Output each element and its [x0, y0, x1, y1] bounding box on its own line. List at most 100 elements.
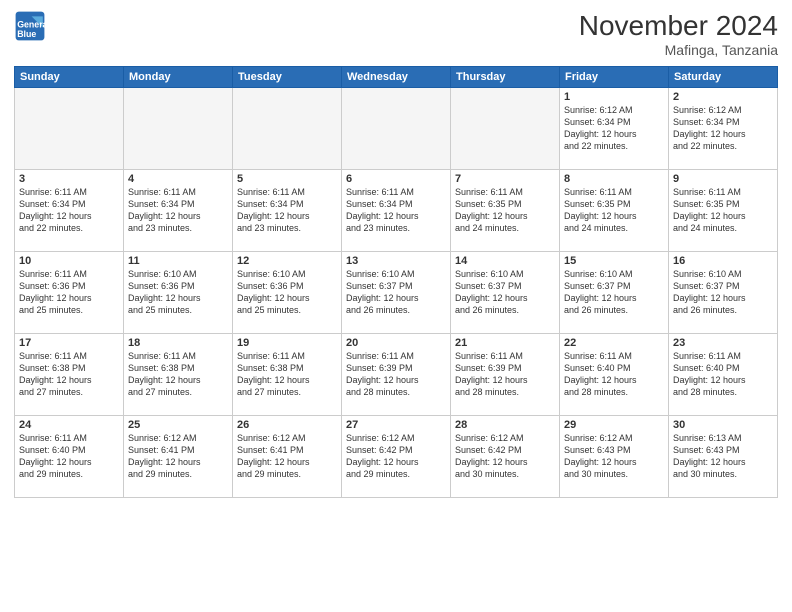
- calendar-cell: 8Sunrise: 6:11 AM Sunset: 6:35 PM Daylig…: [560, 170, 669, 252]
- day-number: 16: [673, 255, 773, 267]
- day-number: 18: [128, 337, 228, 349]
- calendar: SundayMondayTuesdayWednesdayThursdayFrid…: [14, 66, 778, 498]
- day-number: 4: [128, 173, 228, 185]
- day-info: Sunrise: 6:13 AM Sunset: 6:43 PM Dayligh…: [673, 432, 773, 481]
- day-number: 14: [455, 255, 555, 267]
- location: Mafinga, Tanzania: [579, 42, 778, 58]
- day-number: 28: [455, 419, 555, 431]
- calendar-cell: [342, 88, 451, 170]
- day-number: 19: [237, 337, 337, 349]
- calendar-cell: 29Sunrise: 6:12 AM Sunset: 6:43 PM Dayli…: [560, 416, 669, 498]
- calendar-cell: 27Sunrise: 6:12 AM Sunset: 6:42 PM Dayli…: [342, 416, 451, 498]
- calendar-cell: 3Sunrise: 6:11 AM Sunset: 6:34 PM Daylig…: [15, 170, 124, 252]
- week-row-4: 24Sunrise: 6:11 AM Sunset: 6:40 PM Dayli…: [15, 416, 778, 498]
- day-info: Sunrise: 6:10 AM Sunset: 6:37 PM Dayligh…: [346, 268, 446, 317]
- day-info: Sunrise: 6:11 AM Sunset: 6:35 PM Dayligh…: [673, 186, 773, 235]
- calendar-cell: 18Sunrise: 6:11 AM Sunset: 6:38 PM Dayli…: [124, 334, 233, 416]
- week-row-0: 1Sunrise: 6:12 AM Sunset: 6:34 PM Daylig…: [15, 88, 778, 170]
- weekday-header-friday: Friday: [560, 67, 669, 88]
- day-info: Sunrise: 6:11 AM Sunset: 6:38 PM Dayligh…: [128, 350, 228, 399]
- day-info: Sunrise: 6:12 AM Sunset: 6:43 PM Dayligh…: [564, 432, 664, 481]
- calendar-cell: 16Sunrise: 6:10 AM Sunset: 6:37 PM Dayli…: [669, 252, 778, 334]
- day-info: Sunrise: 6:10 AM Sunset: 6:37 PM Dayligh…: [455, 268, 555, 317]
- page: General Blue November 2024 Mafinga, Tanz…: [0, 0, 792, 612]
- calendar-cell: 4Sunrise: 6:11 AM Sunset: 6:34 PM Daylig…: [124, 170, 233, 252]
- day-number: 21: [455, 337, 555, 349]
- day-number: 1: [564, 91, 664, 103]
- day-info: Sunrise: 6:11 AM Sunset: 6:36 PM Dayligh…: [19, 268, 119, 317]
- logo-icon: General Blue: [14, 10, 46, 42]
- day-number: 2: [673, 91, 773, 103]
- day-info: Sunrise: 6:12 AM Sunset: 6:41 PM Dayligh…: [128, 432, 228, 481]
- calendar-cell: 24Sunrise: 6:11 AM Sunset: 6:40 PM Dayli…: [15, 416, 124, 498]
- calendar-cell: 28Sunrise: 6:12 AM Sunset: 6:42 PM Dayli…: [451, 416, 560, 498]
- week-row-3: 17Sunrise: 6:11 AM Sunset: 6:38 PM Dayli…: [15, 334, 778, 416]
- calendar-cell: 1Sunrise: 6:12 AM Sunset: 6:34 PM Daylig…: [560, 88, 669, 170]
- day-number: 6: [346, 173, 446, 185]
- day-number: 23: [673, 337, 773, 349]
- calendar-cell: [451, 88, 560, 170]
- calendar-cell: 21Sunrise: 6:11 AM Sunset: 6:39 PM Dayli…: [451, 334, 560, 416]
- day-number: 30: [673, 419, 773, 431]
- day-info: Sunrise: 6:10 AM Sunset: 6:36 PM Dayligh…: [237, 268, 337, 317]
- calendar-cell: 19Sunrise: 6:11 AM Sunset: 6:38 PM Dayli…: [233, 334, 342, 416]
- calendar-cell: [124, 88, 233, 170]
- day-info: Sunrise: 6:12 AM Sunset: 6:34 PM Dayligh…: [564, 104, 664, 153]
- day-info: Sunrise: 6:12 AM Sunset: 6:42 PM Dayligh…: [455, 432, 555, 481]
- day-number: 22: [564, 337, 664, 349]
- day-info: Sunrise: 6:11 AM Sunset: 6:35 PM Dayligh…: [455, 186, 555, 235]
- weekday-header-row: SundayMondayTuesdayWednesdayThursdayFrid…: [15, 67, 778, 88]
- day-number: 17: [19, 337, 119, 349]
- calendar-cell: 6Sunrise: 6:11 AM Sunset: 6:34 PM Daylig…: [342, 170, 451, 252]
- calendar-cell: 11Sunrise: 6:10 AM Sunset: 6:36 PM Dayli…: [124, 252, 233, 334]
- day-number: 15: [564, 255, 664, 267]
- calendar-cell: 15Sunrise: 6:10 AM Sunset: 6:37 PM Dayli…: [560, 252, 669, 334]
- day-number: 26: [237, 419, 337, 431]
- day-number: 5: [237, 173, 337, 185]
- calendar-cell: [15, 88, 124, 170]
- day-info: Sunrise: 6:11 AM Sunset: 6:34 PM Dayligh…: [19, 186, 119, 235]
- week-row-1: 3Sunrise: 6:11 AM Sunset: 6:34 PM Daylig…: [15, 170, 778, 252]
- weekday-header-saturday: Saturday: [669, 67, 778, 88]
- calendar-cell: 25Sunrise: 6:12 AM Sunset: 6:41 PM Dayli…: [124, 416, 233, 498]
- day-info: Sunrise: 6:11 AM Sunset: 6:38 PM Dayligh…: [19, 350, 119, 399]
- day-number: 11: [128, 255, 228, 267]
- header: General Blue November 2024 Mafinga, Tanz…: [14, 10, 778, 58]
- day-info: Sunrise: 6:12 AM Sunset: 6:34 PM Dayligh…: [673, 104, 773, 153]
- day-number: 24: [19, 419, 119, 431]
- day-info: Sunrise: 6:12 AM Sunset: 6:42 PM Dayligh…: [346, 432, 446, 481]
- day-info: Sunrise: 6:10 AM Sunset: 6:37 PM Dayligh…: [564, 268, 664, 317]
- day-info: Sunrise: 6:11 AM Sunset: 6:38 PM Dayligh…: [237, 350, 337, 399]
- day-info: Sunrise: 6:11 AM Sunset: 6:34 PM Dayligh…: [128, 186, 228, 235]
- calendar-cell: 20Sunrise: 6:11 AM Sunset: 6:39 PM Dayli…: [342, 334, 451, 416]
- calendar-cell: [233, 88, 342, 170]
- calendar-cell: 23Sunrise: 6:11 AM Sunset: 6:40 PM Dayli…: [669, 334, 778, 416]
- svg-text:General: General: [17, 20, 46, 30]
- calendar-cell: 2Sunrise: 6:12 AM Sunset: 6:34 PM Daylig…: [669, 88, 778, 170]
- calendar-cell: 7Sunrise: 6:11 AM Sunset: 6:35 PM Daylig…: [451, 170, 560, 252]
- weekday-header-wednesday: Wednesday: [342, 67, 451, 88]
- day-info: Sunrise: 6:11 AM Sunset: 6:40 PM Dayligh…: [564, 350, 664, 399]
- day-info: Sunrise: 6:11 AM Sunset: 6:34 PM Dayligh…: [237, 186, 337, 235]
- day-info: Sunrise: 6:10 AM Sunset: 6:36 PM Dayligh…: [128, 268, 228, 317]
- month-title: November 2024: [579, 10, 778, 42]
- day-number: 20: [346, 337, 446, 349]
- calendar-cell: 10Sunrise: 6:11 AM Sunset: 6:36 PM Dayli…: [15, 252, 124, 334]
- day-number: 9: [673, 173, 773, 185]
- day-info: Sunrise: 6:11 AM Sunset: 6:35 PM Dayligh…: [564, 186, 664, 235]
- day-info: Sunrise: 6:10 AM Sunset: 6:37 PM Dayligh…: [673, 268, 773, 317]
- day-number: 27: [346, 419, 446, 431]
- weekday-header-tuesday: Tuesday: [233, 67, 342, 88]
- day-number: 7: [455, 173, 555, 185]
- weekday-header-sunday: Sunday: [15, 67, 124, 88]
- day-info: Sunrise: 6:12 AM Sunset: 6:41 PM Dayligh…: [237, 432, 337, 481]
- weekday-header-thursday: Thursday: [451, 67, 560, 88]
- day-info: Sunrise: 6:11 AM Sunset: 6:40 PM Dayligh…: [19, 432, 119, 481]
- calendar-cell: 14Sunrise: 6:10 AM Sunset: 6:37 PM Dayli…: [451, 252, 560, 334]
- day-info: Sunrise: 6:11 AM Sunset: 6:39 PM Dayligh…: [346, 350, 446, 399]
- weekday-header-monday: Monday: [124, 67, 233, 88]
- svg-text:Blue: Blue: [17, 29, 36, 39]
- calendar-cell: 5Sunrise: 6:11 AM Sunset: 6:34 PM Daylig…: [233, 170, 342, 252]
- calendar-cell: 17Sunrise: 6:11 AM Sunset: 6:38 PM Dayli…: [15, 334, 124, 416]
- calendar-cell: 9Sunrise: 6:11 AM Sunset: 6:35 PM Daylig…: [669, 170, 778, 252]
